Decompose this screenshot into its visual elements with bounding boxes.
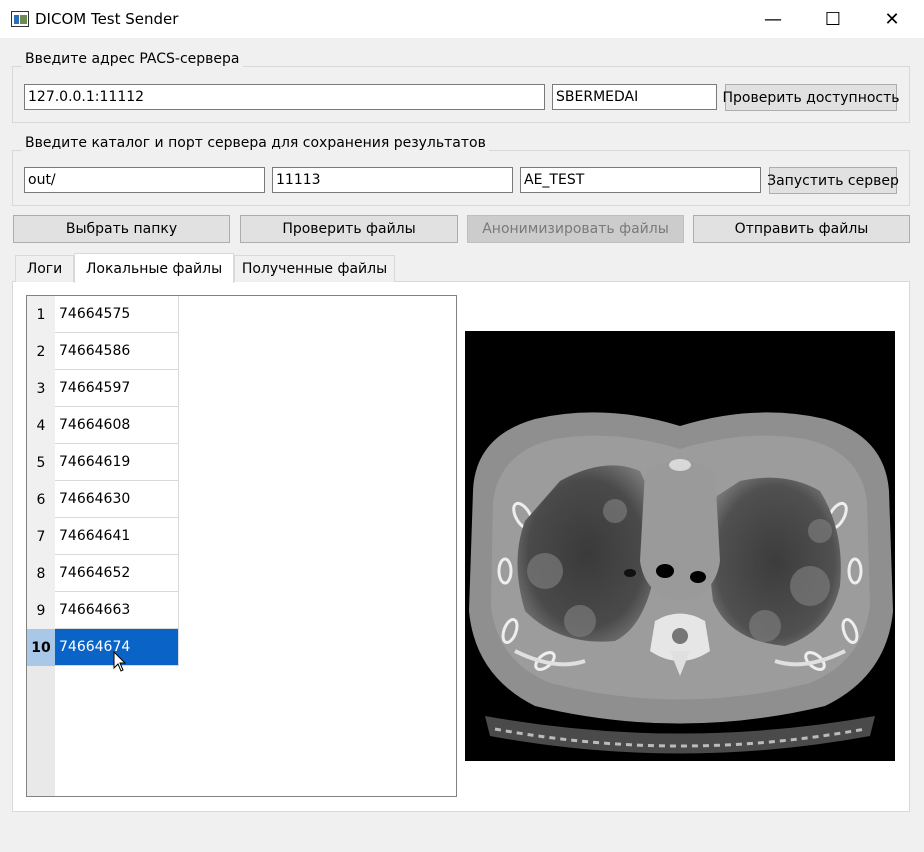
row-index[interactable]: 1 <box>27 296 55 333</box>
output-dir-input[interactable]: out/ <box>24 167 265 193</box>
window-title: DICOM Test Sender <box>35 10 179 28</box>
server-aet-input[interactable]: AE_TEST <box>520 167 761 193</box>
maximize-icon[interactable]: ☐ <box>810 0 856 38</box>
select-folder-button[interactable]: Выбрать папку <box>13 215 230 243</box>
mouse-cursor-icon <box>113 651 127 672</box>
table-rows: 1 74664575 2 74664586 3 74664597 4 74664608 … <box>27 296 179 666</box>
check-files-button[interactable]: Проверить файлы <box>240 215 458 243</box>
file-id-cell[interactable]: 74664663 <box>55 592 179 629</box>
row-index[interactable]: 8 <box>27 555 55 592</box>
file-id-cell[interactable]: 74664608 <box>55 407 179 444</box>
pacs-address-input[interactable]: 127.0.0.1:11112 <box>24 84 545 110</box>
close-icon[interactable]: ✕ <box>869 0 915 38</box>
table-row[interactable]: 6 74664630 <box>27 481 179 518</box>
table-row[interactable]: 8 74664652 <box>27 555 179 592</box>
table-row[interactable]: 2 74664586 <box>27 333 179 370</box>
tab-logs[interactable]: Логи <box>15 255 74 282</box>
start-server-button[interactable]: Запустить сервер <box>767 167 899 194</box>
minimize-icon[interactable]: — <box>750 0 796 38</box>
anonymize-files-button[interactable]: Анонимизировать файлы <box>467 215 684 243</box>
server-port-input[interactable]: 11113 <box>272 167 513 193</box>
table-row[interactable]: 3 74664597 <box>27 370 179 407</box>
table-row[interactable]: 7 74664641 <box>27 518 179 555</box>
local-files-table: 1 74664575 2 74664586 3 74664597 4 74664608 … <box>26 295 457 797</box>
file-id-cell[interactable]: 74664619 <box>55 444 179 481</box>
title-bar: DICOM Test Sender — ☐ ✕ <box>0 0 924 38</box>
tab-received-files[interactable]: Полученные файлы <box>234 255 395 282</box>
row-index[interactable]: 5 <box>27 444 55 481</box>
table-row-selected[interactable]: 10 74664674 <box>27 629 179 666</box>
send-files-button[interactable]: Отправить файлы <box>693 215 910 243</box>
row-index[interactable]: 7 <box>27 518 55 555</box>
row-index[interactable]: 2 <box>27 333 55 370</box>
table-row[interactable]: 1 74664575 <box>27 296 179 333</box>
row-index[interactable]: 4 <box>27 407 55 444</box>
row-index[interactable]: 6 <box>27 481 55 518</box>
row-index[interactable]: 3 <box>27 370 55 407</box>
file-id-cell[interactable]: 74664586 <box>55 333 179 370</box>
table-row[interactable]: 4 74664608 <box>27 407 179 444</box>
tab-local-files[interactable]: Локальные файлы <box>74 253 234 283</box>
file-id-cell[interactable]: 74664652 <box>55 555 179 592</box>
app-icon <box>11 11 29 27</box>
file-id-cell[interactable]: 74664575 <box>55 296 179 333</box>
file-id-cell[interactable]: 74664630 <box>55 481 179 518</box>
pacs-group-label: Введите адрес PACS-сервера <box>22 51 243 67</box>
table-row[interactable]: 5 74664619 <box>27 444 179 481</box>
server-group-label: Введите каталог и порт сервера для сохра… <box>22 135 489 151</box>
pacs-aet-input[interactable]: SBERMEDAI <box>552 84 717 110</box>
file-id-cell[interactable]: 74664641 <box>55 518 179 555</box>
row-index[interactable]: 9 <box>27 592 55 629</box>
row-index[interactable]: 10 <box>27 629 55 666</box>
dicom-preview-image <box>465 331 895 761</box>
table-row[interactable]: 9 74664663 <box>27 592 179 629</box>
check-availability-button[interactable]: Проверить доступность <box>722 84 900 111</box>
file-id-cell[interactable]: 74664597 <box>55 370 179 407</box>
